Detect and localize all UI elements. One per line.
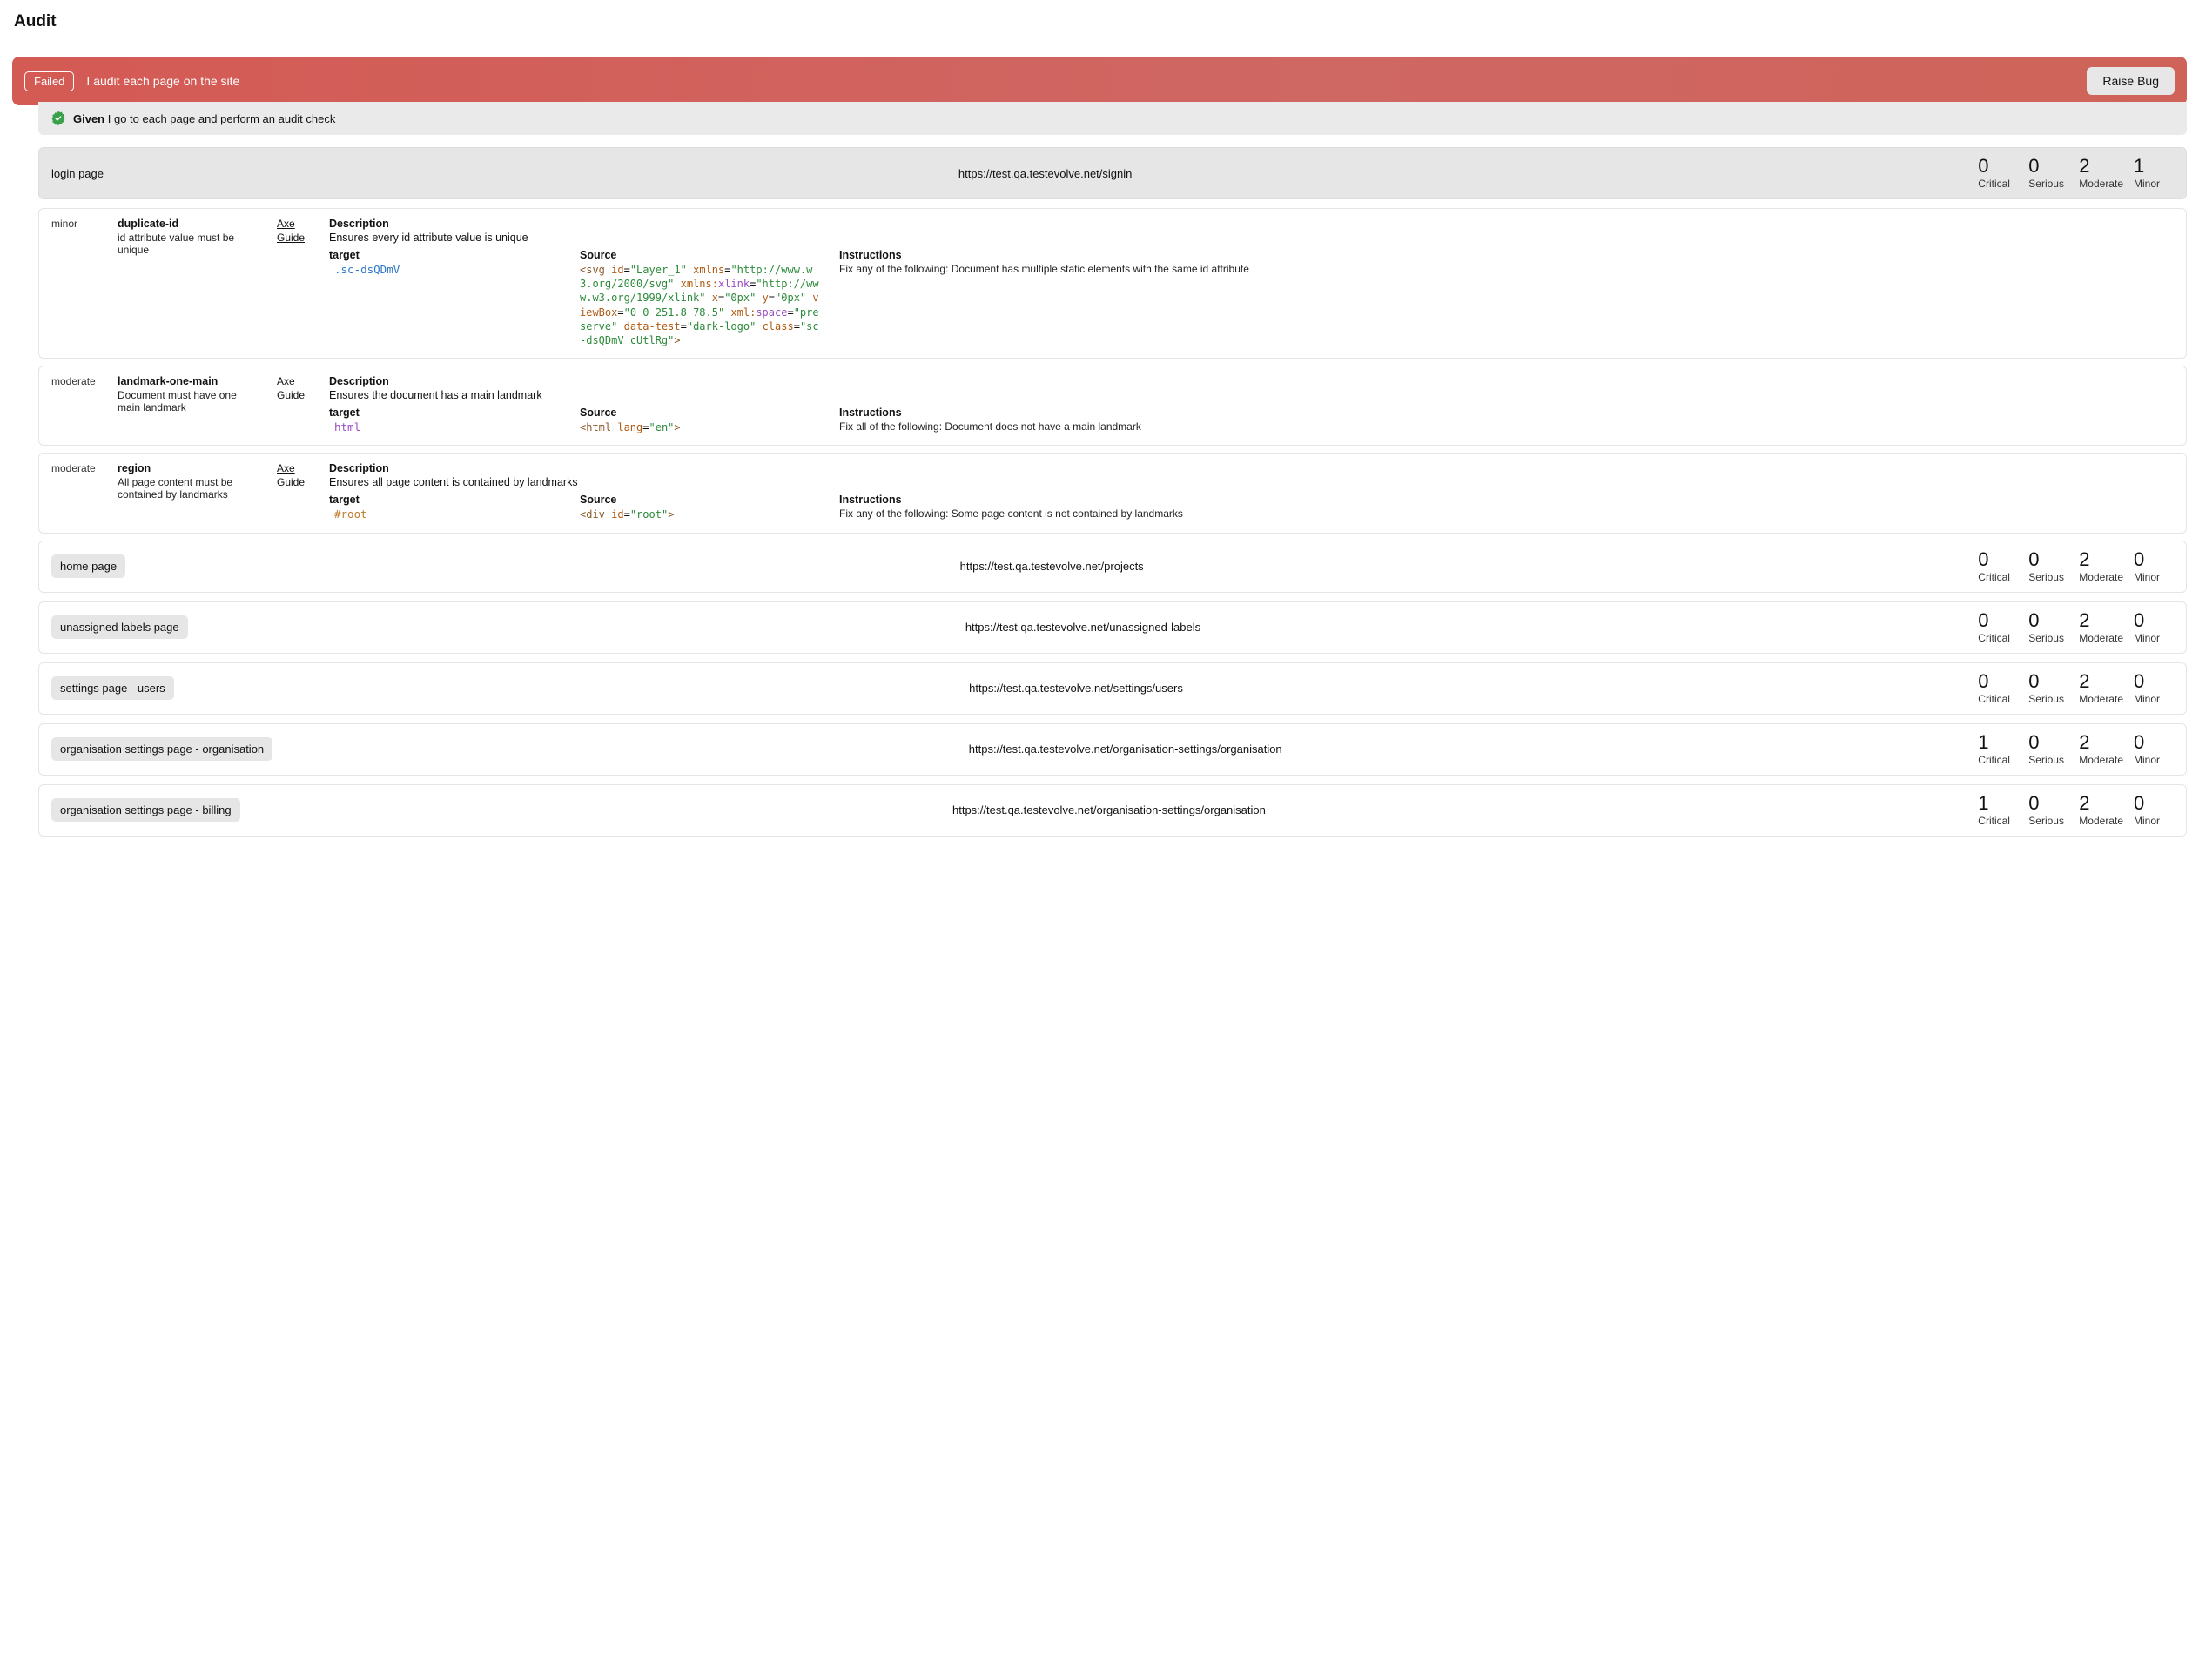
instructions-label: Instructions — [839, 249, 2174, 261]
description-text: Ensures the document has a main landmark — [329, 389, 2174, 401]
status-badge: Failed — [24, 71, 74, 91]
issue-card: moderate regionAll page content must be c… — [38, 453, 2187, 533]
scenario-title: I audit each page on the site — [86, 74, 239, 88]
raise-bug-button[interactable]: Raise Bug — [2087, 67, 2175, 95]
page-name: unassigned labels page — [51, 615, 188, 639]
instructions-label: Instructions — [839, 494, 2174, 506]
guide-link[interactable]: Guide — [277, 232, 313, 245]
severity-counts: 1Critical0Serious2Moderate0Minor — [1978, 794, 2174, 827]
target-label: target — [329, 249, 562, 261]
given-step: Given I go to each page and perform an a… — [38, 102, 2187, 135]
source-label: Source — [580, 494, 822, 506]
page-url: https://test.qa.testevolve.net/organisat… — [254, 803, 1965, 816]
page-url: https://test.qa.testevolve.net/signin — [126, 167, 1964, 180]
guide-link[interactable]: Guide — [277, 476, 313, 490]
severity-counts: 0Critical 0Serious 2Moderate 1Minor — [1978, 157, 2174, 190]
severity-counts: 1Critical0Serious2Moderate0Minor — [1978, 733, 2174, 766]
severity-counts: 0Critical0Serious2Moderate0Minor — [1978, 550, 2174, 583]
source-label: Source — [580, 249, 822, 261]
description-label: Description — [329, 375, 2174, 387]
page-name: organisation settings page - organisatio… — [51, 737, 272, 761]
page-name: settings page - users — [51, 676, 174, 700]
page-row[interactable]: unassigned labels page https://test.qa.te… — [38, 601, 2187, 654]
target-selector: #root — [329, 507, 562, 521]
issue-rule: duplicate-idid attribute value must be u… — [118, 218, 261, 347]
target-selector: .sc-dsQDmV — [329, 263, 562, 276]
page-row[interactable]: settings page - users https://test.qa.tes… — [38, 662, 2187, 715]
guide-link[interactable]: Guide — [277, 389, 313, 403]
issue-severity: moderate — [51, 462, 102, 521]
target-label: target — [329, 407, 562, 419]
page-name: home page — [51, 554, 125, 578]
issue-rule: landmark-one-mainDocument must have one … — [118, 375, 261, 434]
instructions-label: Instructions — [839, 407, 2174, 419]
source-code: <svg id="Layer_1" xmlns="http://www.w3.o… — [580, 263, 822, 347]
issue-severity: minor — [51, 218, 102, 347]
page-row[interactable]: organisation settings page - billing http… — [38, 784, 2187, 837]
instructions-text: Fix all of the following: Document does … — [839, 420, 2174, 433]
source-label: Source — [580, 407, 822, 419]
description-text: Ensures all page content is contained by… — [329, 476, 2174, 488]
page-url: https://test.qa.testevolve.net/unassigne… — [202, 621, 1965, 634]
severity-counts: 0Critical0Serious2Moderate0Minor — [1978, 672, 2174, 705]
page-name: login page — [51, 162, 112, 185]
check-seal-icon — [50, 111, 66, 126]
axe-link[interactable]: Axe — [277, 462, 313, 476]
given-text: Given I go to each page and perform an a… — [73, 112, 335, 125]
axe-link[interactable]: Axe — [277, 218, 313, 232]
source-code: <div id="root"> — [580, 507, 822, 521]
instructions-text: Fix any of the following: Document has m… — [839, 263, 2174, 275]
description-label: Description — [329, 218, 2174, 230]
target-selector: html — [329, 420, 562, 433]
axe-link[interactable]: Axe — [277, 375, 313, 389]
description-text: Ensures every id attribute value is uniq… — [329, 232, 2174, 244]
issue-card: moderate landmark-one-mainDocument must h… — [38, 366, 2187, 446]
status-banner: Failed I audit each page on the site Rai… — [12, 57, 2187, 105]
page-url: https://test.qa.testevolve.net/projects — [139, 560, 1964, 573]
page-name: organisation settings page - billing — [51, 798, 240, 822]
issue-card: minor duplicate-idid attribute value must… — [38, 208, 2187, 359]
page-row[interactable]: home page https://test.qa.testevolve.net/… — [38, 541, 2187, 593]
page-url: https://test.qa.testevolve.net/organisat… — [286, 743, 1964, 756]
instructions-text: Fix any of the following: Some page cont… — [839, 507, 2174, 520]
page-row[interactable]: organisation settings page - organisatio… — [38, 723, 2187, 776]
severity-counts: 0Critical0Serious2Moderate0Minor — [1978, 611, 2174, 644]
source-code: <html lang="en"> — [580, 420, 822, 434]
description-label: Description — [329, 462, 2174, 474]
page-url: https://test.qa.testevolve.net/settings/… — [188, 682, 1965, 695]
page-row-expanded[interactable]: login page https://test.qa.testevolve.ne… — [38, 147, 2187, 199]
issue-severity: moderate — [51, 375, 102, 434]
target-label: target — [329, 494, 562, 506]
issue-rule: regionAll page content must be contained… — [118, 462, 261, 521]
page-title: Audit — [0, 0, 2199, 44]
